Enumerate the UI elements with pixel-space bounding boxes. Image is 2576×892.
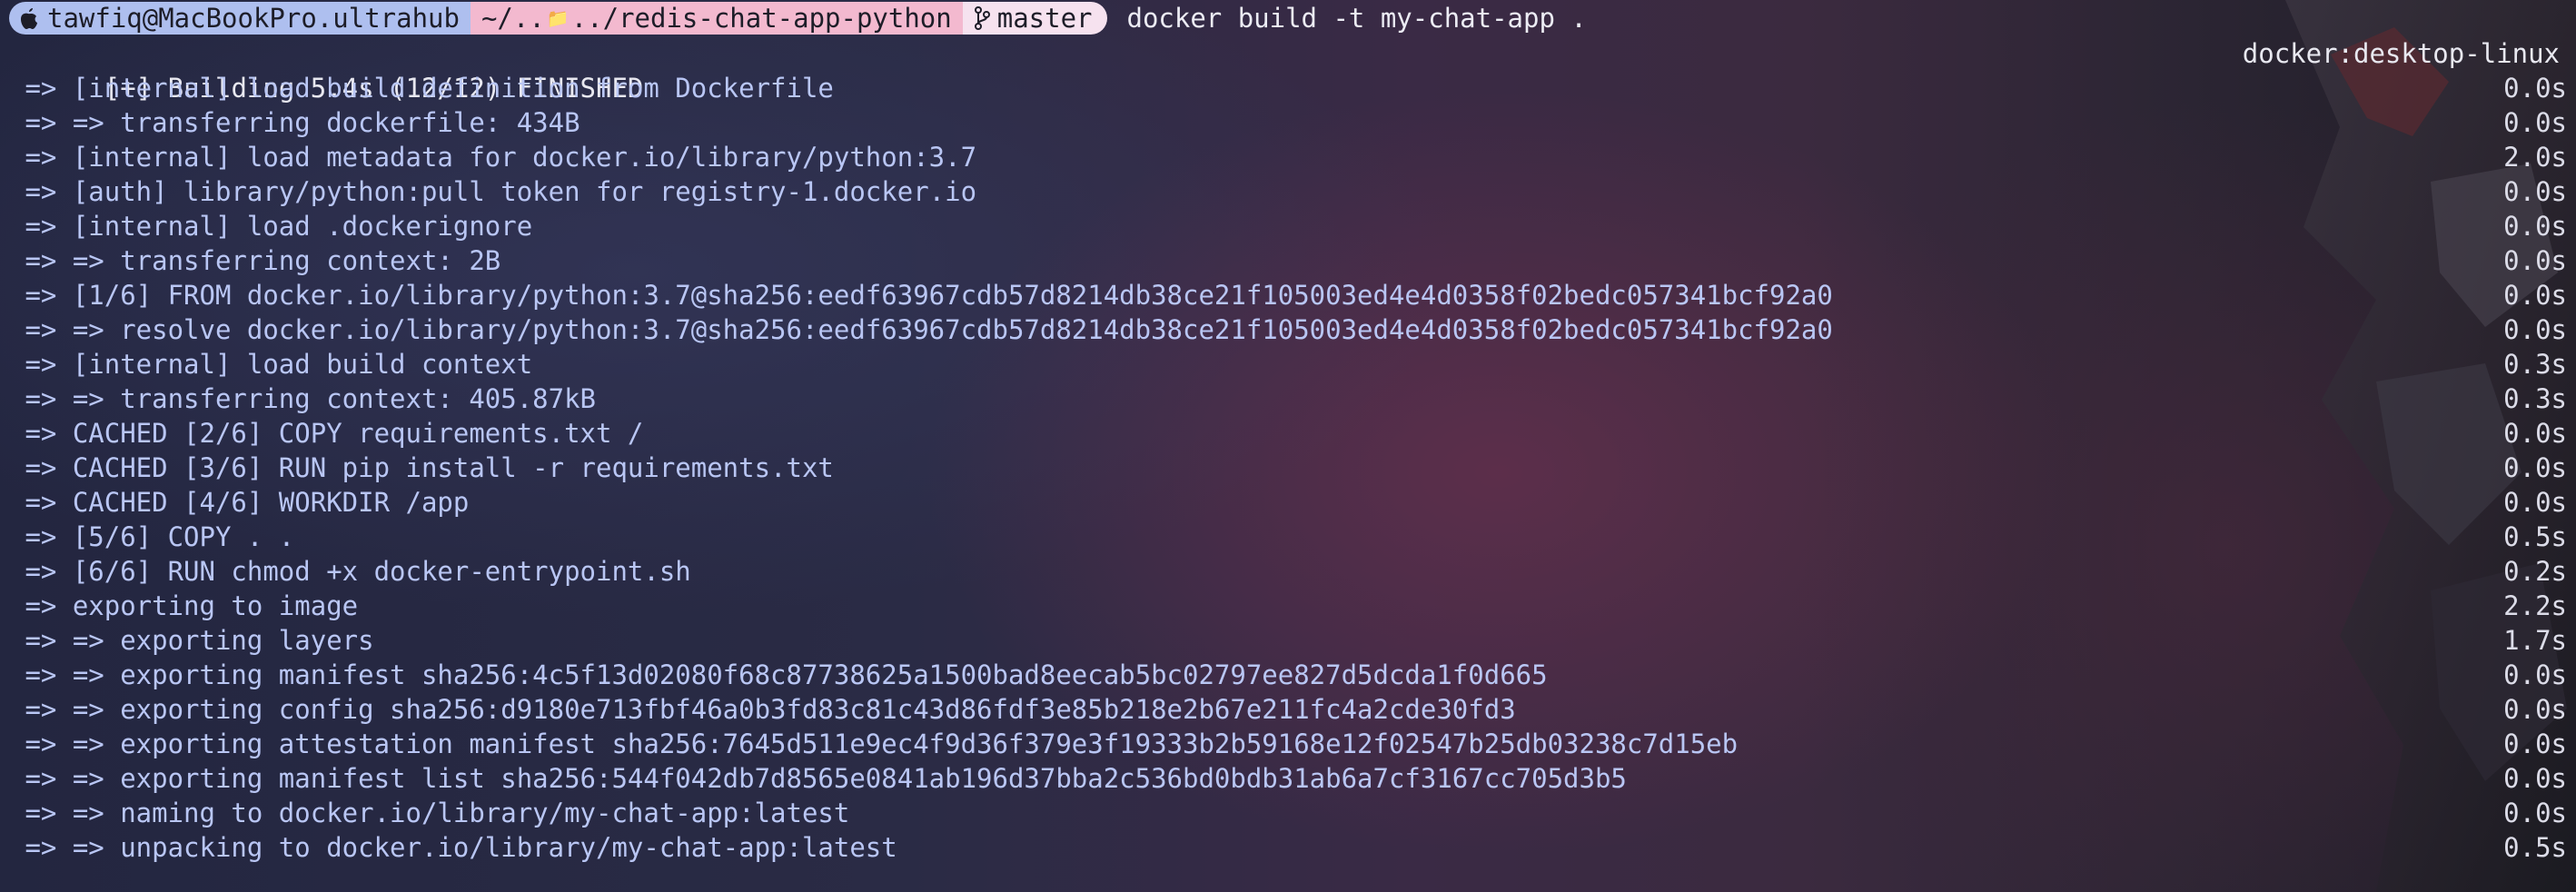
build-status-header: [+] Building 5.4s (12/12) FINISHED docke… xyxy=(9,36,2567,104)
log-line: => CACHED [3/6] RUN pip install -r requi… xyxy=(9,451,2567,485)
log-line: => => exporting manifest sha256:4c5f13d0… xyxy=(9,658,2567,692)
log-line-duration: 0.5s xyxy=(2503,832,2567,863)
log-line: => [internal] load build context 0.3s xyxy=(9,347,2567,382)
log-line: => [internal] load metadata for docker.i… xyxy=(9,140,2567,174)
log-line: => [5/6] COPY . . 0.5s xyxy=(9,520,2567,554)
log-line-duration: 0.0s xyxy=(2503,245,2567,276)
apple-icon xyxy=(21,8,37,29)
log-line-duration: 0.0s xyxy=(2503,176,2567,207)
log-line: => => resolve docker.io/library/python:3… xyxy=(9,312,2567,347)
log-line: => => exporting manifest list sha256:544… xyxy=(9,761,2567,796)
build-context-tag: docker:desktop-linux xyxy=(2242,38,2560,69)
prompt-branch-segment: master xyxy=(962,2,1107,35)
log-line: => CACHED [2/6] COPY requirements.txt / 0… xyxy=(9,416,2567,451)
log-line-duration: 0.0s xyxy=(2503,487,2567,518)
log-line: => [internal] load .dockerignore 0.0s xyxy=(9,209,2567,243)
log-line-duration: 0.0s xyxy=(2503,280,2567,311)
log-line-duration: 0.0s xyxy=(2503,659,2567,690)
log-line: => CACHED [4/6] WORKDIR /app 0.0s xyxy=(9,485,2567,520)
log-line-duration: 0.0s xyxy=(2503,763,2567,794)
log-line: => => exporting layers 1.7s xyxy=(9,623,2567,658)
log-line: => => exporting config sha256:d9180e713f… xyxy=(9,692,2567,727)
log-line-duration: 0.0s xyxy=(2503,107,2567,138)
log-line-text: => [6/6] RUN chmod +x docker-entrypoint.… xyxy=(9,556,691,587)
log-line-text: => [internal] load build definition from… xyxy=(9,73,834,104)
prompt-path-segment: ~/.. 📁 ../redis-chat-app-python xyxy=(470,2,963,35)
log-line: => [internal] load build definition from… xyxy=(9,71,2567,105)
log-line-duration: 2.0s xyxy=(2503,142,2567,173)
log-line-text: => CACHED [2/6] COPY requirements.txt / xyxy=(9,418,644,449)
prompt-path-prefix: ~/.. xyxy=(481,3,545,34)
prompt-user-segment: tawfiq@MacBookPro.ultrahub xyxy=(9,2,471,35)
log-line-text: => CACHED [3/6] RUN pip install -r requi… xyxy=(9,452,834,483)
prompt-user-host: tawfiq@MacBookPro.ultrahub xyxy=(47,3,460,34)
log-line-duration: 0.0s xyxy=(2503,211,2567,242)
log-line-text: => [5/6] COPY . . xyxy=(9,521,295,552)
log-line-text: => => exporting manifest list sha256:544… xyxy=(9,763,1627,794)
log-line-text: => => naming to docker.io/library/my-cha… xyxy=(9,798,850,828)
folder-icon: 📁 xyxy=(546,7,570,29)
log-line-duration: 0.0s xyxy=(2503,314,2567,345)
log-line-text: => [1/6] FROM docker.io/library/python:3… xyxy=(9,280,1833,311)
log-line: => => exporting attestation manifest sha… xyxy=(9,727,2567,761)
log-line-text: => => transferring context: 405.87kB xyxy=(9,383,597,414)
log-line-text: => => exporting layers xyxy=(9,625,374,656)
log-line-text: => [internal] load build context xyxy=(9,349,533,380)
log-line-duration: 0.3s xyxy=(2503,349,2567,380)
log-line-duration: 0.0s xyxy=(2503,798,2567,828)
log-line-duration: 0.0s xyxy=(2503,418,2567,449)
log-line: => [auth] library/python:pull token for … xyxy=(9,174,2567,209)
log-line-text: => => exporting manifest sha256:4c5f13d0… xyxy=(9,659,1548,690)
log-line: => exporting to image 2.2s xyxy=(9,589,2567,623)
log-line-duration: 0.0s xyxy=(2503,728,2567,759)
log-line-text: => exporting to image xyxy=(9,590,359,621)
log-line: => [1/6] FROM docker.io/library/python:3… xyxy=(9,278,2567,312)
terminal-window[interactable]: tawfiq@MacBookPro.ultrahub ~/.. 📁 ../red… xyxy=(0,0,2576,892)
log-line-duration: 0.0s xyxy=(2503,694,2567,725)
log-line-duration: 0.3s xyxy=(2503,383,2567,414)
log-line: => => transferring context: 2B 0.0s xyxy=(9,243,2567,278)
log-line-duration: 0.0s xyxy=(2503,73,2567,104)
log-line-duration: 0.5s xyxy=(2503,521,2567,552)
log-line-text: => [auth] library/python:pull token for … xyxy=(9,176,977,207)
log-line-text: => => unpacking to docker.io/library/my-… xyxy=(9,832,897,863)
git-branch-icon xyxy=(974,6,990,30)
log-line-text: => [internal] load metadata for docker.i… xyxy=(9,142,977,173)
log-line-text: => [internal] load .dockerignore xyxy=(9,211,533,242)
log-line-text: => => transferring dockerfile: 434B xyxy=(9,107,580,138)
log-line: => => transferring dockerfile: 434B 0.0s xyxy=(9,105,2567,140)
prompt-branch-name: master xyxy=(996,3,1093,34)
log-line-text: => => exporting attestation manifest sha… xyxy=(9,728,1739,759)
log-line-duration: 0.0s xyxy=(2503,452,2567,483)
log-line-duration: 1.7s xyxy=(2503,625,2567,656)
log-line: => => unpacking to docker.io/library/my-… xyxy=(9,830,2567,865)
log-line: => => naming to docker.io/library/my-cha… xyxy=(9,796,2567,830)
log-line-text: => CACHED [4/6] WORKDIR /app xyxy=(9,487,470,518)
typed-command: docker build -t my-chat-app . xyxy=(1126,3,1587,34)
log-line-text: => => exporting config sha256:d9180e713f… xyxy=(9,694,1516,725)
log-line-duration: 0.2s xyxy=(2503,556,2567,587)
terminal-output: tawfiq@MacBookPro.ultrahub ~/.. 📁 ../red… xyxy=(9,0,2567,865)
log-line-text: => => resolve docker.io/library/python:3… xyxy=(9,314,1833,345)
log-line-text: => => transferring context: 2B xyxy=(9,245,501,276)
build-log: => [internal] load build definition from… xyxy=(9,71,2567,865)
log-line: => => transferring context: 405.87kB 0.3s xyxy=(9,382,2567,416)
log-line-duration: 2.2s xyxy=(2503,590,2567,621)
shell-prompt: tawfiq@MacBookPro.ultrahub ~/.. 📁 ../red… xyxy=(9,0,2567,36)
log-line: => [6/6] RUN chmod +x docker-entrypoint.… xyxy=(9,554,2567,589)
prompt-path-suffix: ../redis-chat-app-python xyxy=(570,3,952,34)
